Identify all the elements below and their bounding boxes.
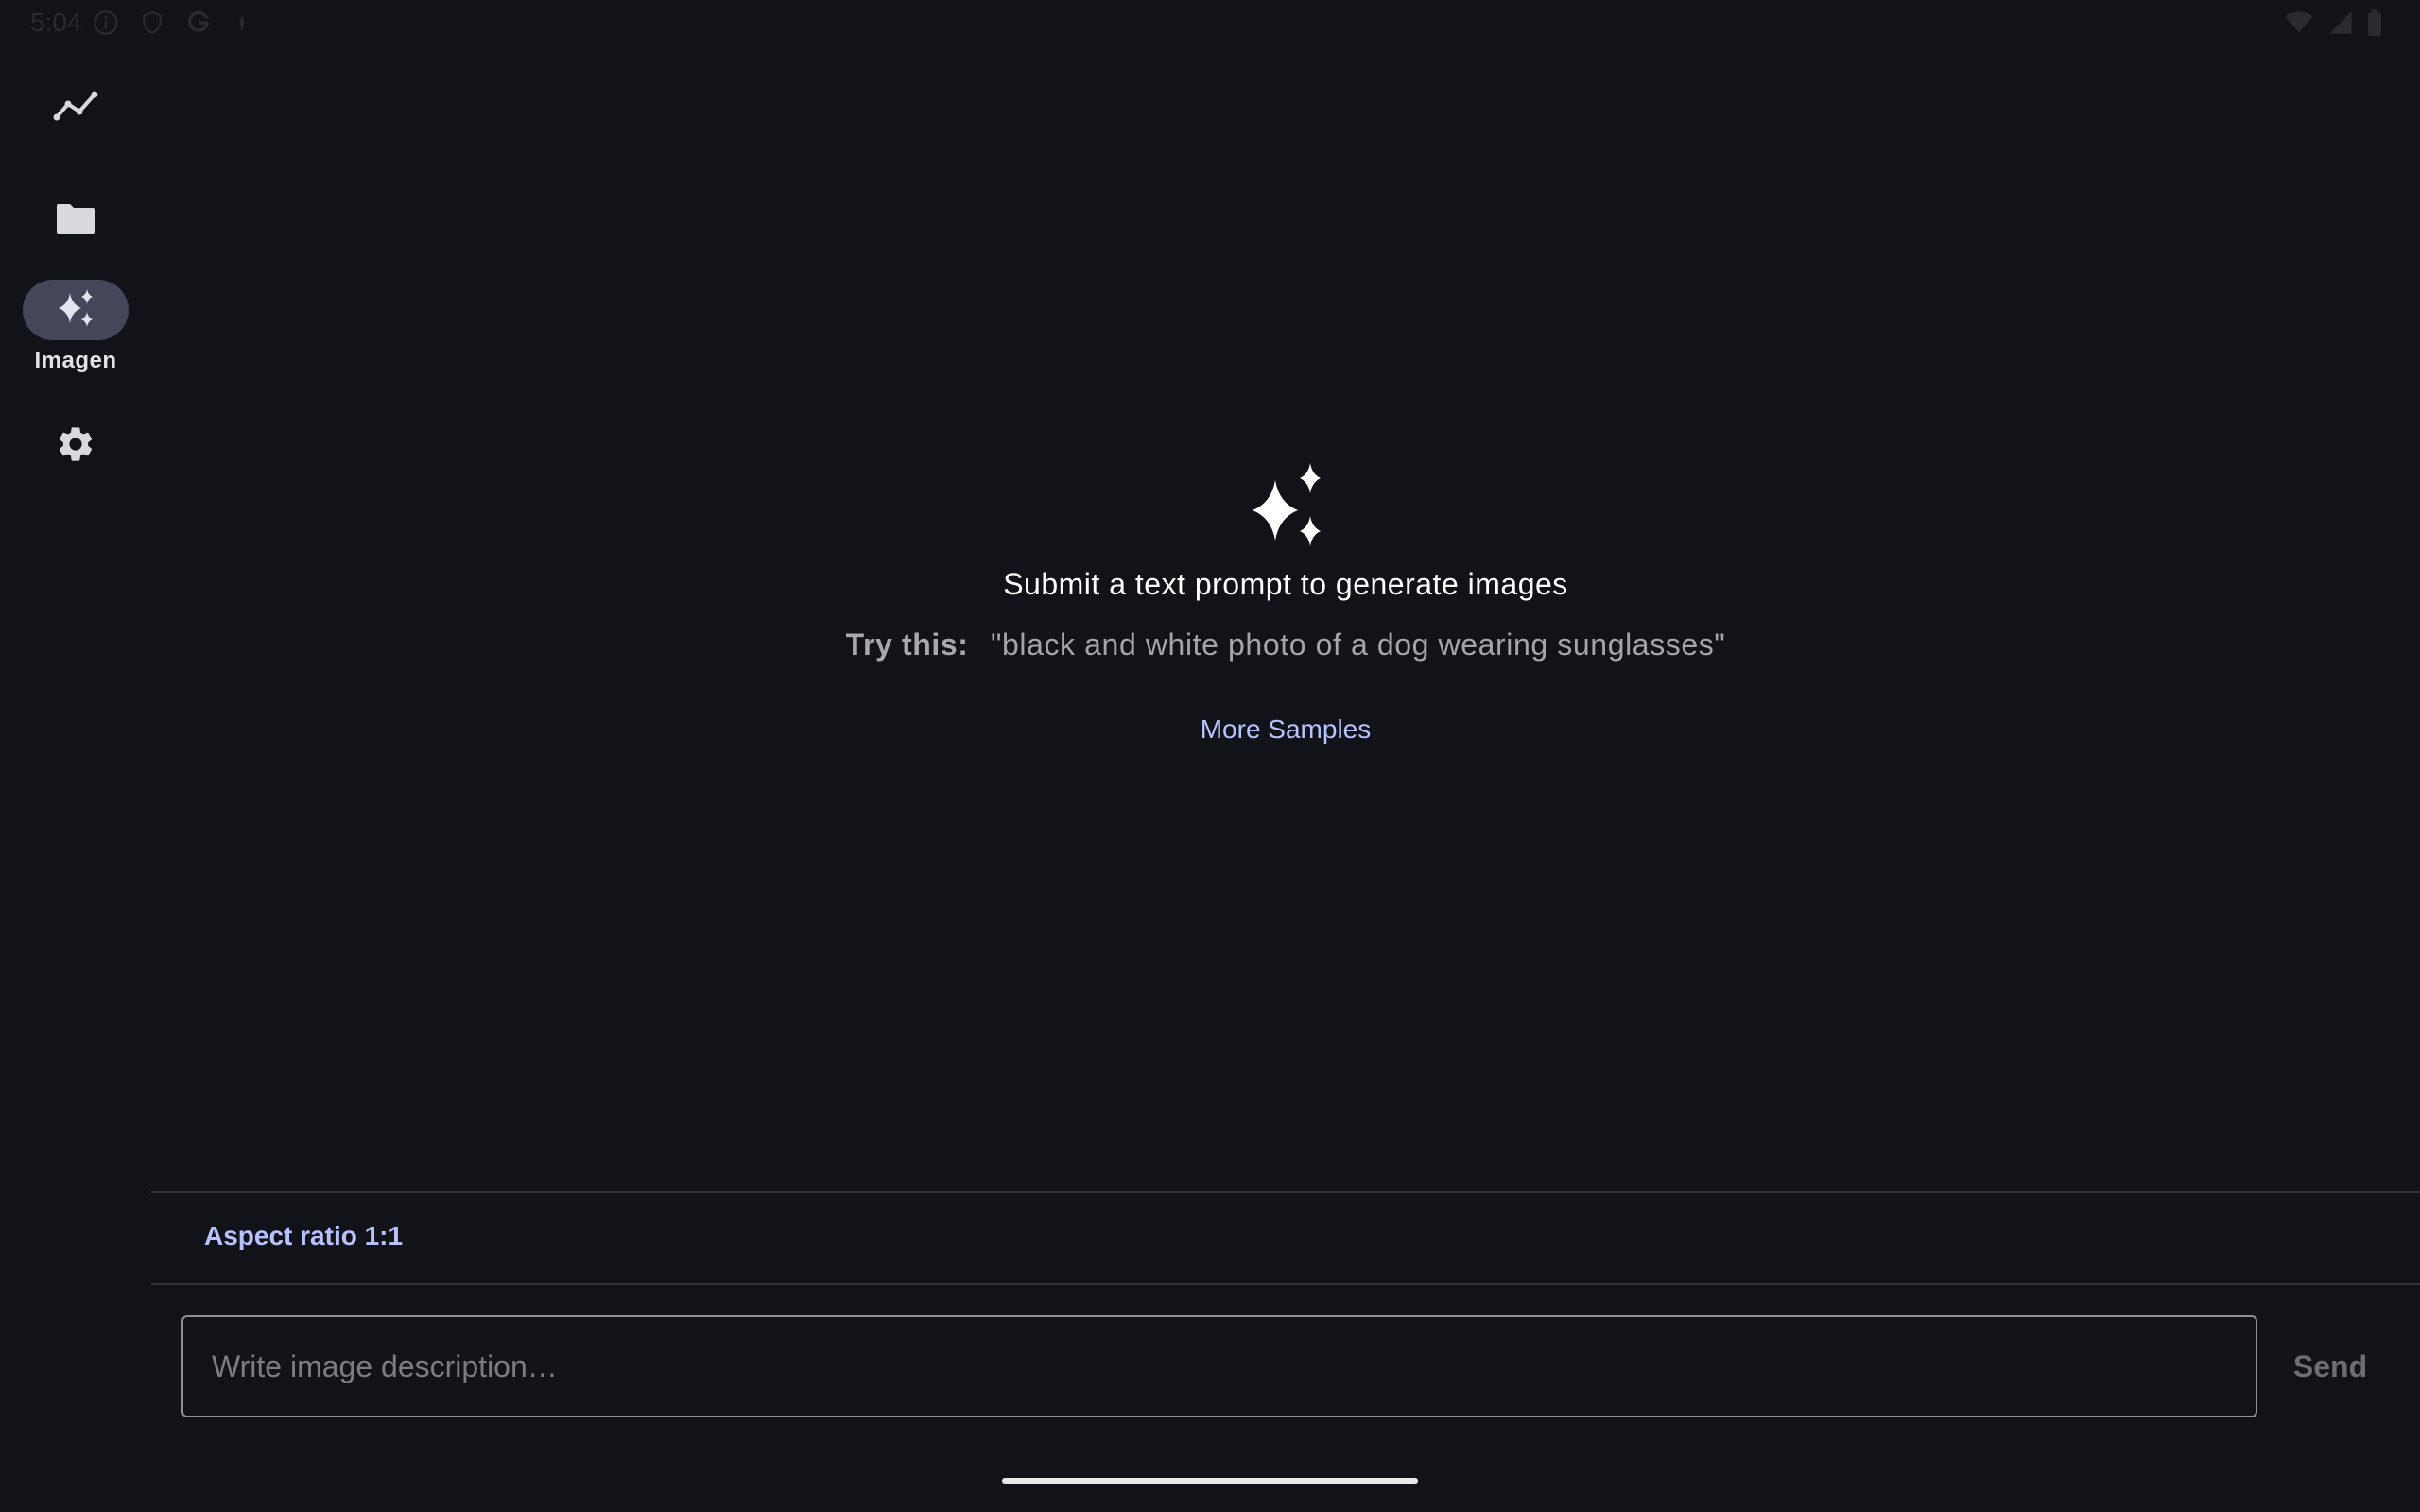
shield-icon	[140, 9, 164, 41]
navigation-rail: Imagen	[0, 45, 151, 1512]
info-icon	[93, 9, 119, 41]
wifi-icon	[2284, 9, 2314, 41]
status-time: 5:04	[30, 8, 82, 37]
try-this-example: "black and white photo of a dog wearing …	[991, 627, 1726, 662]
status-left-icons	[93, 9, 251, 41]
google-icon	[185, 9, 212, 41]
home-indicator[interactable]	[1002, 1478, 1418, 1484]
options-bottom-divider	[151, 1283, 2420, 1285]
options-top-divider	[151, 1191, 2420, 1193]
aspect-ratio-button[interactable]: Aspect ratio 1:1	[204, 1221, 403, 1251]
image-description-input[interactable]	[182, 1315, 2257, 1418]
signal-icon	[2327, 9, 2354, 41]
sparkle-notification-icon	[233, 9, 251, 41]
nav-item-settings[interactable]	[23, 414, 129, 474]
status-bar: 5:04	[0, 0, 2420, 45]
folder-icon	[55, 202, 96, 236]
more-samples-button[interactable]: More Samples	[151, 714, 2420, 745]
nav-item-trends[interactable]	[23, 76, 129, 136]
gear-icon	[55, 423, 96, 465]
hero-sparkles-icon	[1241, 461, 1332, 557]
empty-state-headline: Submit a text prompt to generate images	[1003, 567, 1568, 601]
sparkles-icon	[53, 285, 98, 335]
battery-icon	[2367, 9, 2382, 41]
try-this-label: Try this:	[845, 627, 969, 662]
send-button[interactable]: Send	[2278, 1342, 2382, 1391]
trend-line-icon	[53, 87, 98, 125]
nav-item-imagen-label: Imagen	[34, 348, 117, 373]
nav-item-files[interactable]	[23, 189, 129, 249]
status-right-icons	[2284, 9, 2382, 41]
try-this-row: Try this: "black and white photo of a do…	[151, 627, 2420, 662]
nav-item-imagen[interactable]	[23, 280, 129, 340]
